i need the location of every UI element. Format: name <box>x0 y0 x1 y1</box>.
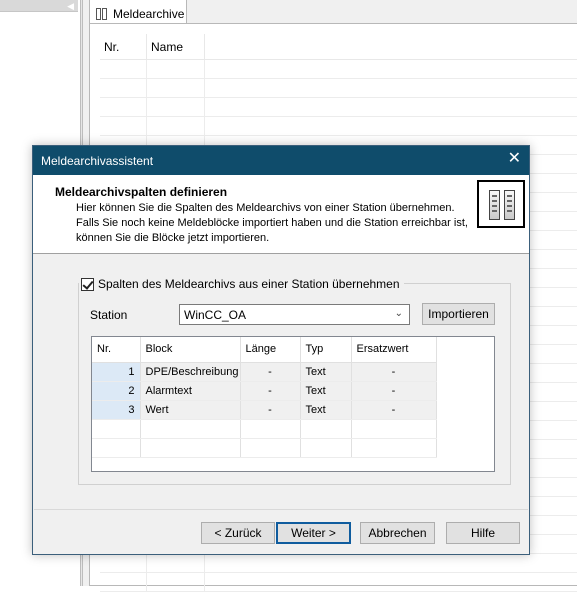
collapse-bar[interactable]: ◀ <box>0 0 78 12</box>
cell-block[interactable]: DPE/Beschreibung <box>140 362 241 382</box>
cell-nr[interactable]: 3 <box>92 400 141 420</box>
cell-ersatzwert[interactable]: - <box>351 381 437 401</box>
cell-typ[interactable]: Text <box>300 362 352 382</box>
cell-ersatzwert[interactable]: - <box>351 400 437 420</box>
cell-typ[interactable]: Text <box>300 381 352 401</box>
cell-typ[interactable]: Text <box>300 400 352 420</box>
archive-grid-header: Nr. Name <box>100 34 577 60</box>
column-header-nr[interactable]: Nr. <box>100 34 147 59</box>
archive-grid-empty-row <box>100 573 577 592</box>
chevron-down-icon[interactable]: ⌄ <box>395 308 403 319</box>
dialog-titlebar[interactable]: Meldearchivassistent ✕ <box>33 146 529 175</box>
column-header-typ[interactable]: Typ <box>300 337 352 363</box>
back-button[interactable]: < Zurück <box>201 522 275 544</box>
import-columns-checkbox[interactable] <box>81 277 94 291</box>
dialog-title: Meldearchivassistent <box>41 153 154 168</box>
table-row[interactable]: 3 Wert - Text - <box>92 400 437 420</box>
tab-label: Meldearchive <box>113 6 185 21</box>
column-header-ersatzwert[interactable]: Ersatzwert <box>351 337 437 363</box>
cell-block[interactable]: Wert <box>140 400 241 420</box>
cell-nr[interactable]: 2 <box>92 381 141 401</box>
cell-laenge[interactable]: - <box>240 381 301 401</box>
tab-meldearchive[interactable]: Meldearchive <box>89 0 187 24</box>
archive-grid-empty-row <box>100 554 577 573</box>
cancel-button[interactable]: Abbrechen <box>360 522 435 544</box>
cell-laenge[interactable]: - <box>240 362 301 382</box>
wizard-header: Meldearchivspalten definieren Hier könne… <box>33 175 529 254</box>
archive-grid-empty-row <box>100 98 577 117</box>
help-button[interactable]: Hilfe <box>446 522 520 544</box>
collapse-left-icon[interactable]: ◀ <box>67 1 74 12</box>
column-header-block[interactable]: Block <box>140 337 241 363</box>
archive-grid-empty-row <box>100 60 577 79</box>
close-icon[interactable]: ✕ <box>508 151 521 167</box>
column-header-laenge[interactable]: Länge <box>240 337 301 363</box>
import-columns-checkbox-row[interactable]: Spalten des Meldearchivs aus einer Stati… <box>81 277 404 291</box>
empty-row <box>92 438 437 458</box>
table-row[interactable]: 1 DPE/Beschreibung - Text - <box>92 362 437 382</box>
archive-icon <box>96 7 108 21</box>
empty-row <box>92 419 437 439</box>
station-label: Station <box>90 308 128 322</box>
archive-grid-empty-row <box>100 79 577 98</box>
station-select-value: WinCC_OA <box>184 308 247 322</box>
cell-block[interactable]: Alarmtext <box>140 381 241 401</box>
cell-nr[interactable]: 1 <box>92 362 141 382</box>
import-button[interactable]: Importieren <box>422 303 495 325</box>
cell-ersatzwert[interactable]: - <box>351 362 437 382</box>
column-header-name[interactable]: Name <box>147 34 205 59</box>
archive-grid-empty-row <box>100 117 577 136</box>
columns-table-header: Nr. Block Länge Typ Ersatzwert <box>92 337 437 363</box>
wizard-step-title: Meldearchivspalten definieren <box>55 185 228 199</box>
table-row[interactable]: 2 Alarmtext - Text - <box>92 381 437 401</box>
station-select[interactable]: WinCC_OA ⌄ <box>179 304 410 325</box>
columns-table: Nr. Block Länge Typ Ersatzwert 1 DPE/Bes… <box>91 336 495 472</box>
cell-laenge[interactable]: - <box>240 400 301 420</box>
archive-server-icon <box>477 180 525 228</box>
column-header-nr[interactable]: Nr. <box>92 337 141 363</box>
wizard-step-description: Hier können Sie die Spalten des Meldearc… <box>76 202 468 244</box>
next-button[interactable]: Weiter > <box>276 522 351 544</box>
meldearchiv-wizard-dialog: Meldearchivassistent ✕ Meldearchivspalte… <box>32 145 530 555</box>
import-columns-checkbox-label[interactable]: Spalten des Meldearchivs aus einer Stati… <box>98 277 400 291</box>
footer-divider <box>34 509 528 510</box>
